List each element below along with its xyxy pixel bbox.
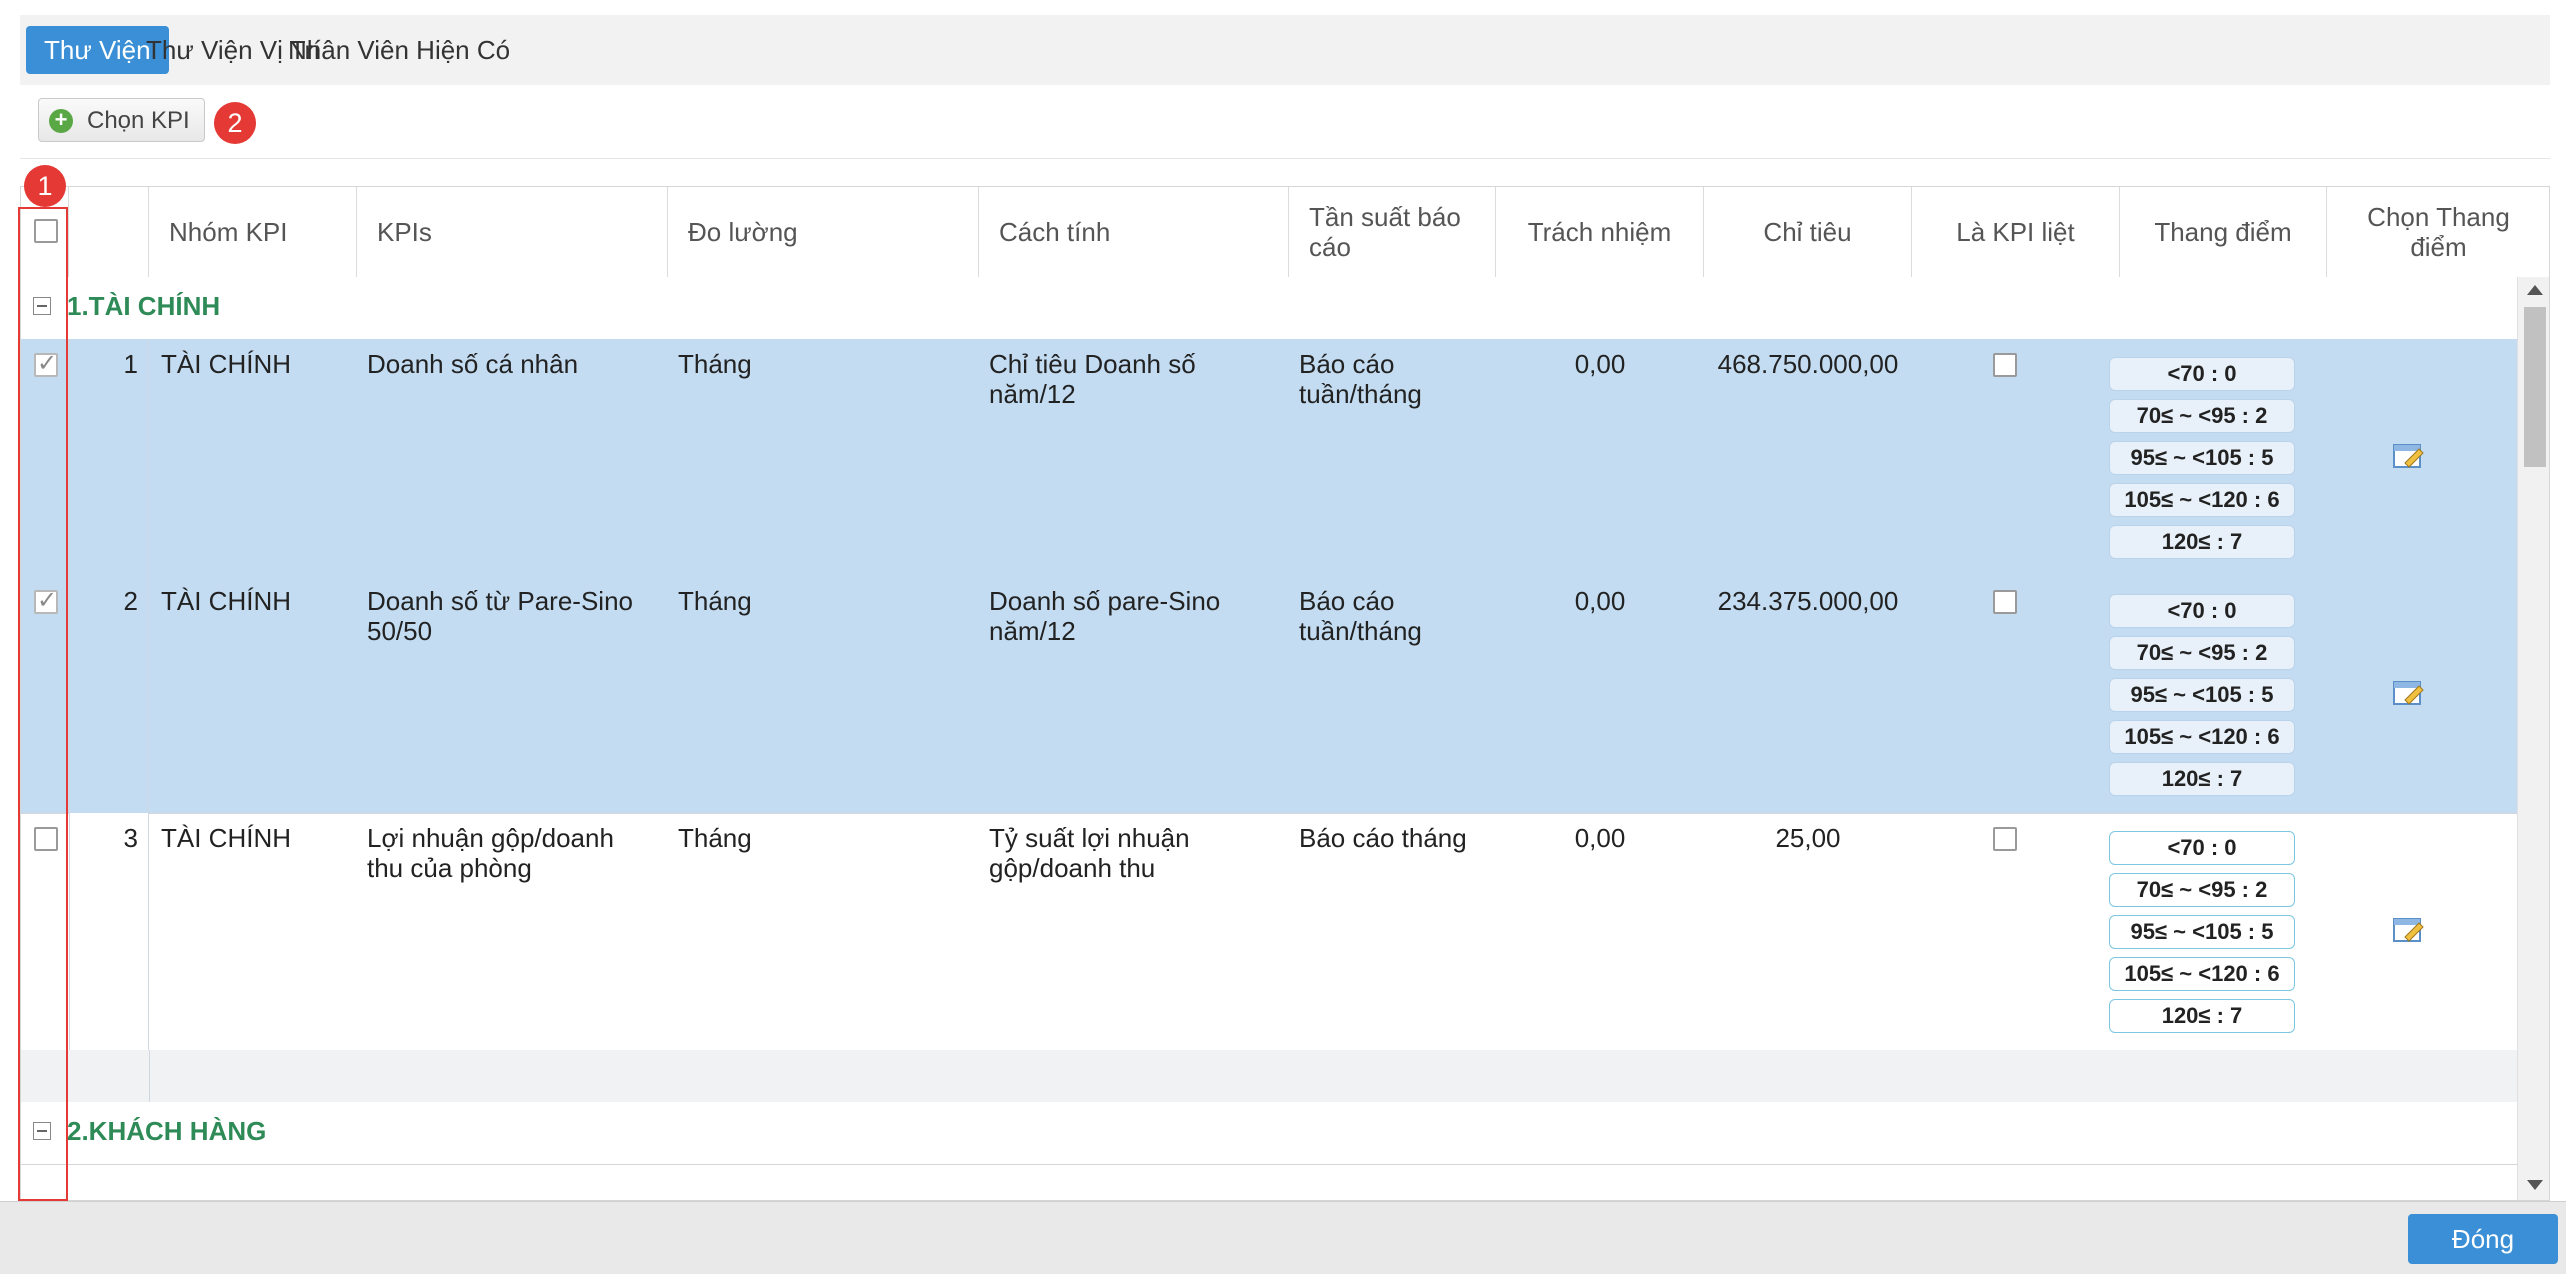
row-kpi: Lợi nhuận gộp/doanh thu của phòng [367,823,614,883]
group-row[interactable]: 1.TÀI CHÍNH [21,277,2517,340]
header-kpi-group[interactable]: Nhóm KPI [149,187,357,277]
add-icon: + [49,109,73,133]
header-choose-scale[interactable]: Chọn Thang điểm [2327,187,2549,277]
kpi-grid: Nhóm KPI KPIs Đo lường Cách tính Tần suấ… [20,186,2550,1201]
scale-item: <70 : 0 [2109,357,2295,391]
critical-kpi-checkbox[interactable] [1993,590,2017,614]
row-target: 234.375.000,00 [1717,586,1899,616]
column-divider [149,1050,150,1102]
row-frequency: Báo cáo tháng [1299,823,1467,853]
scroll-thumb[interactable] [2524,307,2546,467]
header-responsibility[interactable]: Trách nhiệm [1496,187,1704,277]
critical-kpi-checkbox[interactable] [1993,827,2017,851]
annotation-badge-1: 1 [24,165,66,207]
scale-item: 120≤ : 7 [2109,525,2295,559]
table-row[interactable]: 2 TÀI CHÍNH Doanh số từ Pare-Sino 50/50 … [21,576,2517,814]
scale-item: 120≤ : 7 [2109,762,2295,796]
row-number: 3 [123,823,138,853]
edit-scale-icon[interactable] [2393,915,2425,943]
group-summary-row [21,1050,2517,1103]
header-target[interactable]: Chỉ tiêu [1704,187,1912,277]
annotation-highlight-box [18,207,68,1201]
row-kpi: Doanh số cá nhân [367,349,579,379]
scale-item: 105≤ ~ <120 : 6 [2109,483,2295,517]
row-number: 2 [123,586,138,616]
row-method: Doanh số pare-Sino năm/12 [989,586,1221,646]
header-frequency[interactable]: Tần suất báo cáo [1289,187,1496,277]
row-number-cell: 2 [69,576,149,813]
choose-kpi-label: Chọn KPI [87,107,190,134]
critical-kpi-checkbox[interactable] [1993,353,2017,377]
vertical-scrollbar[interactable] [2517,277,2549,1200]
row-kpi: Doanh số từ Pare-Sino 50/50 [367,586,633,646]
choose-kpi-button[interactable]: + Chọn KPI [38,98,205,142]
header-number [69,187,149,277]
row-measure: Tháng [678,349,752,379]
row-responsibility: 0,00 [1574,823,1626,853]
scale-item: 70≤ ~ <95 : 2 [2109,873,2295,907]
grid-header: Nhóm KPI KPIs Đo lường Cách tính Tần suấ… [21,187,2549,279]
group-label: 2.KHÁCH HÀNG [67,1116,267,1146]
scale-item: <70 : 0 [2109,594,2295,628]
edit-scale-icon[interactable] [2393,678,2425,706]
row-number-cell: 3 [69,813,149,1050]
row-method: Chỉ tiêu Doanh số năm/12 [989,349,1196,409]
row-target: 468.750.000,00 [1717,349,1899,379]
group-label: 1.TÀI CHÍNH [67,291,221,321]
row-number-cell: 1 [69,339,149,576]
tab-current-employees[interactable]: Nhân Viên Hiện Có [270,26,528,74]
scale-item: 95≤ ~ <105 : 5 [2109,678,2295,712]
scale-item: 70≤ ~ <95 : 2 [2109,399,2295,433]
toolbar: + Chọn KPI 2 [20,88,2550,159]
header-measure[interactable]: Đo lường [668,187,979,277]
row-number: 1 [123,349,138,379]
tab-bar: Thư Viện Thư Viện Vị Trí Nhân Viên Hiện … [20,15,2550,85]
row-responsibility: 0,00 [1574,586,1626,616]
scale-item: 95≤ ~ <105 : 5 [2109,441,2295,475]
table-row[interactable]: 3 TÀI CHÍNH Lợi nhuận gộp/doanh thu của … [21,813,2517,1051]
header-method[interactable]: Cách tính [979,187,1289,277]
scale-item: 70≤ ~ <95 : 2 [2109,636,2295,670]
scale-item: 105≤ ~ <120 : 6 [2109,957,2295,991]
close-button[interactable]: Đóng [2408,1214,2558,1264]
row-frequency: Báo cáo tuần/tháng [1299,349,1422,409]
row-measure: Tháng [678,586,752,616]
row-target: 25,00 [1775,823,1841,853]
annotation-badge-2: 2 [214,102,256,144]
header-scale[interactable]: Thang điểm [2120,187,2327,277]
scale-item: <70 : 0 [2109,831,2295,865]
scroll-up-icon[interactable] [2527,285,2543,295]
dialog-footer: Đóng [0,1201,2566,1274]
scroll-down-icon[interactable] [2527,1180,2543,1190]
row-method: Tỷ suất lợi nhuận gộp/doanh thu [989,823,1190,883]
row-group: TÀI CHÍNH [161,349,291,379]
group-row[interactable]: 2.KHÁCH HÀNG [21,1102,2517,1165]
table-row[interactable]: 1 TÀI CHÍNH Doanh số cá nhân Tháng Chỉ t… [21,339,2517,577]
header-critical[interactable]: Là KPI liệt [1912,187,2120,277]
row-group: TÀI CHÍNH [161,823,291,853]
scale-item: 95≤ ~ <105 : 5 [2109,915,2295,949]
row-responsibility: 0,00 [1574,349,1626,379]
row-measure: Tháng [678,823,752,853]
edit-scale-icon[interactable] [2393,441,2425,469]
scale-item: 120≤ : 7 [2109,999,2295,1033]
row-frequency: Báo cáo tuần/tháng [1299,586,1422,646]
scale-item: 105≤ ~ <120 : 6 [2109,720,2295,754]
row-group: TÀI CHÍNH [161,586,291,616]
header-kpis[interactable]: KPIs [357,187,668,277]
